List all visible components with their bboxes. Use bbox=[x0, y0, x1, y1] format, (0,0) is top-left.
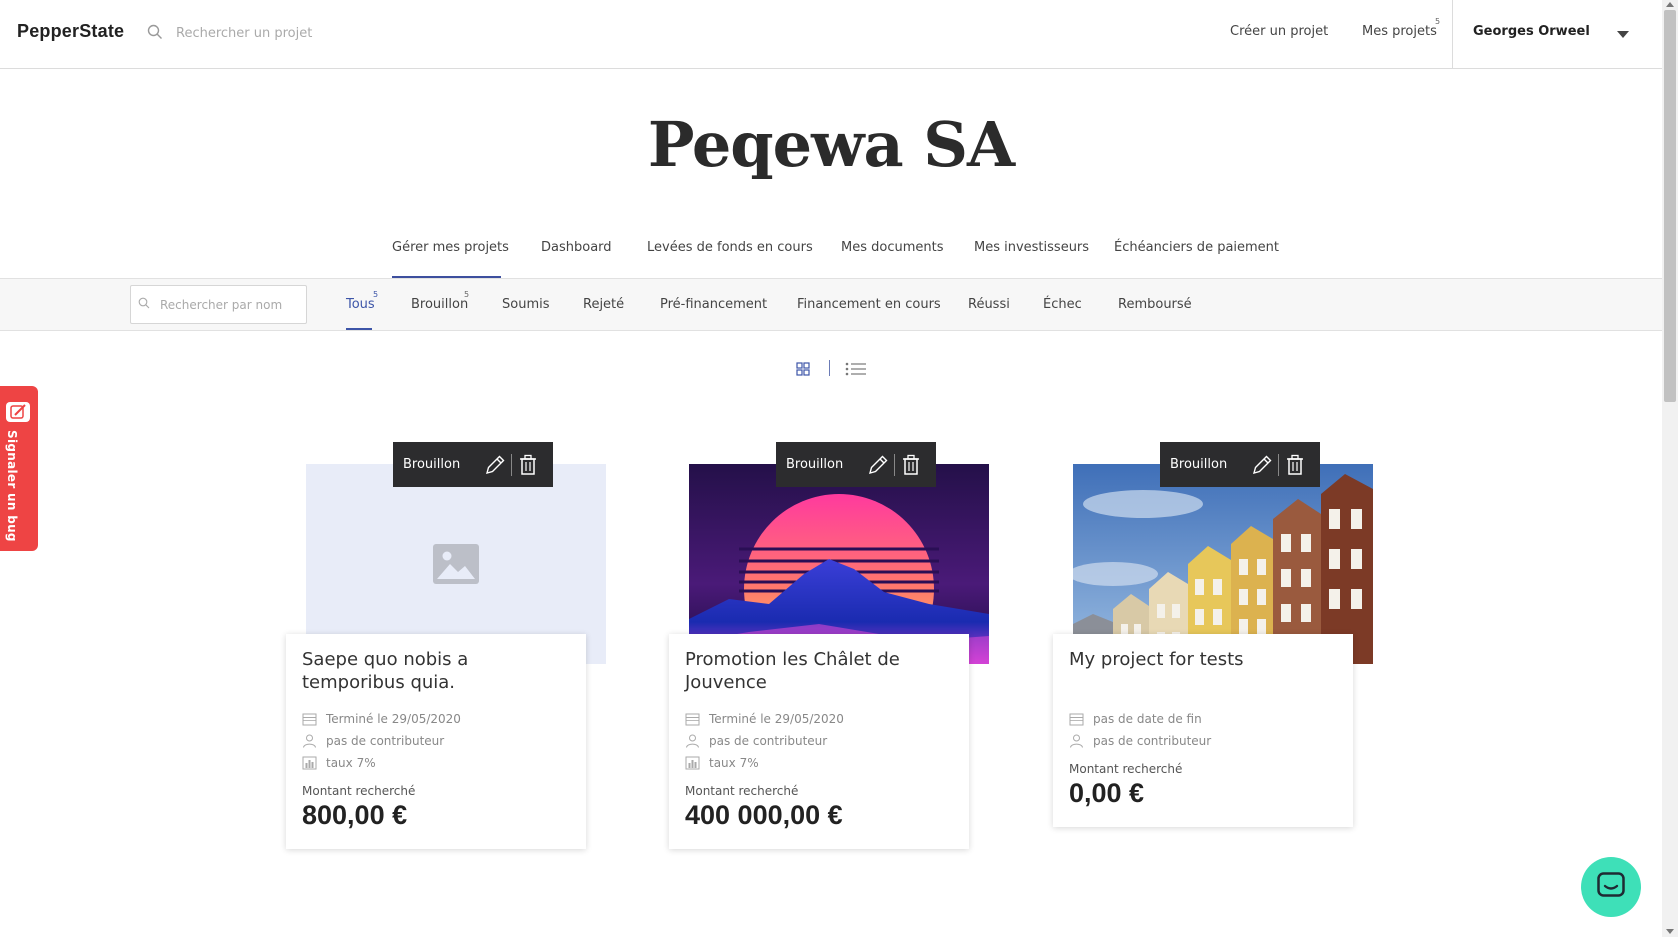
my-projects-link[interactable]: Mes projets bbox=[1362, 24, 1437, 39]
edit-button[interactable] bbox=[1246, 442, 1278, 487]
tab-all[interactable]: Tous bbox=[346, 297, 375, 312]
logo[interactable]: PepperState bbox=[17, 21, 124, 42]
amount-label: Montant recherché bbox=[1069, 762, 1183, 776]
end-date: pas de date de fin bbox=[1093, 712, 1202, 726]
trash-icon bbox=[520, 454, 536, 475]
bar-chart-icon bbox=[685, 756, 700, 770]
project-title[interactable]: Promotion les Châlet de Jouvence bbox=[669, 634, 969, 708]
end-date: Terminé le 29/05/2020 bbox=[709, 712, 844, 726]
amount-label: Montant recherché bbox=[302, 784, 416, 798]
tab-failed[interactable]: Échec bbox=[1043, 297, 1082, 312]
nav-investors[interactable]: Mes investisseurs bbox=[974, 240, 1089, 255]
amount-label: Montant recherché bbox=[685, 784, 799, 798]
report-bug-label: Signaler un bug bbox=[5, 430, 19, 542]
chat-button[interactable] bbox=[1581, 857, 1641, 917]
delete-button[interactable] bbox=[895, 442, 927, 487]
page-title: Peqewa SA bbox=[647, 108, 1015, 181]
status-toolbar: Brouillon bbox=[776, 442, 936, 487]
calendar-icon bbox=[1069, 713, 1084, 726]
status-toolbar: Brouillon bbox=[1160, 442, 1320, 487]
end-date: Terminé le 29/05/2020 bbox=[326, 712, 461, 726]
my-projects-count-badge: 5 bbox=[1435, 17, 1441, 26]
name-search-box bbox=[130, 285, 307, 324]
chat-icon bbox=[1597, 872, 1625, 897]
status-badge: Brouillon bbox=[1170, 457, 1228, 472]
contributors: pas de contributeur bbox=[1093, 734, 1212, 748]
amount-value: 800,00 € bbox=[302, 800, 408, 830]
tab-succeeded[interactable]: Réussi bbox=[968, 297, 1010, 312]
project-search-input[interactable] bbox=[176, 22, 436, 44]
divider bbox=[829, 360, 830, 376]
search-icon bbox=[147, 24, 162, 39]
project-title[interactable]: Saepe quo nobis a temporibus quia. bbox=[286, 634, 586, 708]
tab-pre-financing[interactable]: Pré-financement bbox=[660, 297, 767, 312]
tab-draft-count: 5 bbox=[464, 290, 470, 299]
bar-chart-icon bbox=[302, 756, 317, 770]
scrollbar-thumb[interactable] bbox=[1664, 10, 1676, 402]
filter-bar: Tous 5 Brouillon 5 Soumis Rejeté Pré-fin… bbox=[0, 279, 1662, 331]
scroll-down-arrow-icon[interactable] bbox=[1666, 929, 1674, 934]
interest-rate: taux 7% bbox=[709, 756, 759, 770]
tab-draft[interactable]: Brouillon bbox=[411, 297, 468, 312]
user-icon bbox=[686, 734, 699, 748]
edit-icon bbox=[6, 402, 30, 422]
create-project-link[interactable]: Créer un projet bbox=[1230, 24, 1328, 39]
scroll-up-arrow-icon[interactable] bbox=[1666, 2, 1674, 7]
nav-payment-schedules[interactable]: Échéanciers de paiement bbox=[1114, 240, 1279, 255]
card-body: Saepe quo nobis a temporibus quia. Termi… bbox=[286, 634, 586, 849]
edit-button[interactable] bbox=[862, 442, 894, 487]
nav-manage-projects[interactable]: Gérer mes projets bbox=[392, 240, 509, 255]
user-menu[interactable]: Georges Orweel bbox=[1473, 24, 1590, 39]
status-badge: Brouillon bbox=[786, 457, 844, 472]
active-tab-indicator bbox=[392, 276, 501, 278]
nav-fundraisings[interactable]: Levées de fonds en cours bbox=[647, 240, 813, 255]
tab-refunded[interactable]: Remboursé bbox=[1118, 297, 1192, 312]
active-filter-indicator bbox=[346, 328, 372, 330]
amount-value: 400 000,00 € bbox=[685, 800, 843, 830]
trash-icon bbox=[1287, 454, 1303, 475]
list-view-icon[interactable] bbox=[845, 362, 867, 376]
divider bbox=[1452, 0, 1453, 69]
tab-rejected[interactable]: Rejeté bbox=[583, 297, 624, 312]
calendar-icon bbox=[685, 713, 700, 726]
status-badge: Brouillon bbox=[403, 457, 461, 472]
image-placeholder-icon bbox=[433, 544, 479, 584]
contributors: pas de contributeur bbox=[326, 734, 445, 748]
edit-button[interactable] bbox=[479, 442, 511, 487]
calendar-icon bbox=[302, 713, 317, 726]
chevron-down-icon[interactable] bbox=[1617, 31, 1629, 38]
pencil-icon bbox=[869, 455, 888, 474]
top-bar: PepperState Créer un projet Mes projets … bbox=[0, 0, 1662, 69]
project-title[interactable]: My project for tests bbox=[1053, 634, 1353, 708]
main-nav: Gérer mes projets Dashboard Levées de fo… bbox=[0, 232, 1662, 279]
report-bug-button[interactable]: Signaler un bug bbox=[0, 386, 38, 551]
nav-dashboard[interactable]: Dashboard bbox=[541, 240, 612, 255]
nav-documents[interactable]: Mes documents bbox=[841, 240, 943, 255]
pencil-icon bbox=[486, 455, 505, 474]
tab-all-count: 5 bbox=[373, 290, 379, 299]
user-icon bbox=[1070, 734, 1083, 748]
tab-submitted[interactable]: Soumis bbox=[502, 297, 550, 312]
contributors: pas de contributeur bbox=[709, 734, 828, 748]
user-icon bbox=[303, 734, 316, 748]
grid-view-icon[interactable] bbox=[796, 362, 810, 376]
card-body: My project for tests pas de date de fin … bbox=[1053, 634, 1353, 827]
amount-value: 0,00 € bbox=[1069, 778, 1145, 808]
interest-rate: taux 7% bbox=[326, 756, 376, 770]
card-body: Promotion les Châlet de Jouvence Terminé… bbox=[669, 634, 969, 849]
delete-button[interactable] bbox=[512, 442, 544, 487]
status-toolbar: Brouillon bbox=[393, 442, 553, 487]
tab-financing-in-progress[interactable]: Financement en cours bbox=[797, 297, 941, 312]
pencil-icon bbox=[1253, 455, 1272, 474]
search-icon bbox=[138, 297, 150, 309]
trash-icon bbox=[903, 454, 919, 475]
page-scrollbar[interactable] bbox=[1662, 0, 1678, 937]
delete-button[interactable] bbox=[1279, 442, 1311, 487]
name-search-input[interactable] bbox=[160, 295, 300, 315]
